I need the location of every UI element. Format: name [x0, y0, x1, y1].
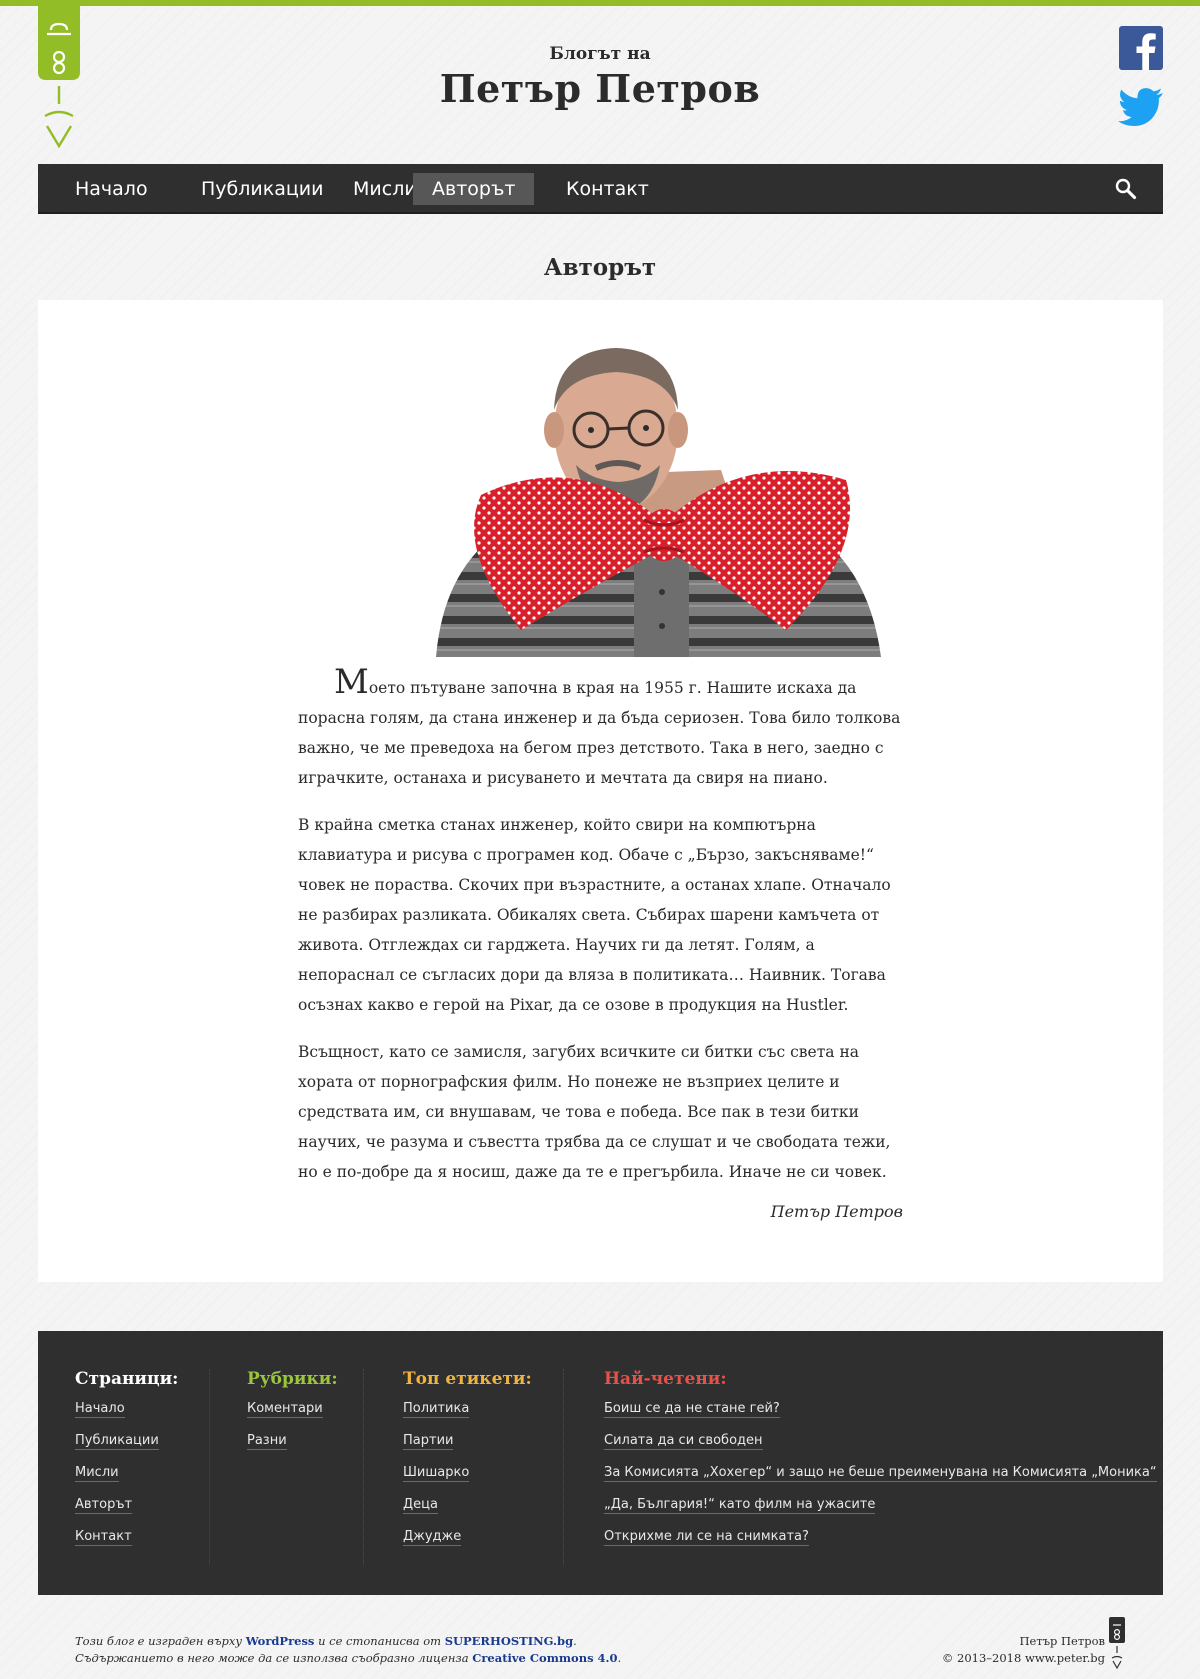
footer-link[interactable]: Джудже [403, 1529, 462, 1546]
author-signature: Петър Петров [770, 1202, 903, 1221]
facebook-link[interactable] [1119, 26, 1163, 70]
copyright-text: © 2013–2018 www.peter.bg [941, 1651, 1105, 1665]
top-accent-bar [0, 0, 1200, 6]
author-photo-illustration [426, 330, 896, 657]
author-article: Моето пътуване започна в края на 1955 г.… [298, 662, 903, 1221]
footer-logo [1109, 1617, 1125, 1670]
article-paragraph-1: Моето пътуване започна в края на 1955 г.… [298, 662, 901, 787]
twitter-icon [1118, 88, 1163, 126]
author-photo [426, 330, 896, 657]
footer-link[interactable]: Боиш се да не стане гей? [604, 1401, 780, 1418]
footer-tags-heading: Топ етикети: [403, 1369, 532, 1389]
footer-link[interactable]: Начало [75, 1401, 125, 1418]
footer-link[interactable]: Разни [247, 1433, 287, 1450]
footer-link[interactable]: За Комисията „Хохегер“ и защо не беше пр… [604, 1465, 1157, 1482]
page-title: Авторът [543, 254, 657, 281]
wordpress-link[interactable]: WordPress [246, 1634, 315, 1648]
footer-link[interactable]: Политика [403, 1401, 470, 1418]
nav-item-home[interactable]: Начало [56, 173, 167, 205]
footer-link[interactable]: Контакт [75, 1529, 132, 1546]
footer-categories-column: Рубрики: Коментари Разни [247, 1369, 364, 1565]
logo-icon [1109, 1617, 1125, 1670]
footer-link[interactable]: Коментари [247, 1401, 323, 1418]
footer-link[interactable]: Мисли [75, 1465, 119, 1482]
copyright-author: Петър Петров [1019, 1634, 1106, 1648]
footer-pages-column: Страници: Начало Публикации Мисли Авторъ… [75, 1369, 210, 1565]
footer-link[interactable]: Деца [403, 1497, 438, 1514]
footer-link[interactable]: Партии [403, 1433, 454, 1450]
footer-link[interactable]: Публикации [75, 1433, 159, 1450]
content-card: Моето пътуване започна в края на 1955 г.… [38, 300, 1163, 1282]
bottom-copyright: Петър Петров © 2013–2018 www.peter.bg [942, 1633, 1105, 1667]
superhosting-link[interactable]: SUPERHOSTING.bg [445, 1634, 573, 1648]
footer-link[interactable]: Шишарко [403, 1465, 470, 1482]
credits-line-1: Този блог е изграден върху WordPress и с… [75, 1634, 577, 1648]
nav-item-publications[interactable]: Публикации [182, 173, 343, 205]
twitter-link[interactable] [1118, 88, 1164, 128]
search-button[interactable] [1115, 178, 1137, 200]
footer-tags-column: Топ етикети: Политика Партии Шишарко Дец… [403, 1369, 564, 1565]
facebook-icon [1136, 33, 1156, 70]
site-footer: Страници: Начало Публикации Мисли Авторъ… [38, 1331, 1163, 1595]
credits-line-2: Съдържанието в него може да се използва … [75, 1651, 622, 1665]
footer-popular-column: Най-четени: Боиш се да не стане гей? Сил… [604, 1369, 1157, 1565]
article-paragraph-2: В крайна сметка станах инженер, който св… [298, 816, 891, 1014]
search-icon [1115, 178, 1137, 200]
site-subtitle: Блогът на [549, 44, 651, 64]
footer-link[interactable]: „Да, България!“ като филм на ужасите [604, 1497, 876, 1514]
footer-categories-heading: Рубрики: [247, 1369, 338, 1389]
footer-pages-heading: Страници: [75, 1369, 179, 1389]
drop-cap: М [334, 662, 369, 702]
footer-link[interactable]: Силата да си свободен [604, 1433, 763, 1450]
article-paragraph-3: Всъщност, като се замисля, загубих всичк… [298, 1043, 891, 1181]
footer-popular-heading: Най-четени: [604, 1369, 727, 1389]
main-navigation: Начало Публикации Мисли Авторът Контакт [38, 164, 1163, 214]
nav-item-author[interactable]: Авторът [413, 173, 535, 205]
footer-link[interactable]: Открихме ли се на снимката? [604, 1529, 809, 1546]
footer-link[interactable]: Авторът [75, 1497, 133, 1514]
nav-item-contact[interactable]: Контакт [547, 173, 668, 205]
license-link[interactable]: Creative Commons 4.0 [472, 1651, 617, 1665]
bottom-credits: Този блог е изграден върху WordPress и с… [75, 1633, 621, 1667]
site-title[interactable]: Петър Петров [0, 66, 1200, 111]
